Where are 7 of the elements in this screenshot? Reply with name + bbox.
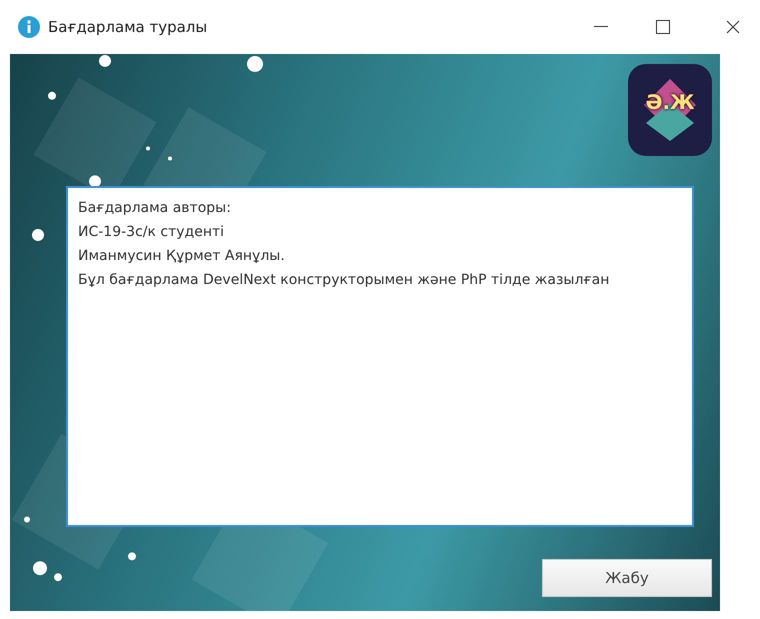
close-dialog-button[interactable]: Жабу xyxy=(542,559,712,597)
info-icon xyxy=(18,16,40,38)
text-area[interactable]: Бағдарлама авторы: ИС-19-3с/к студенті Иманмусин Құрмет Аянұлы. Бұл бағдарлама DevelNext конструкторымен және PhP тілде жазылған xyxy=(66,186,694,527)
close-icon xyxy=(726,20,740,34)
minimize-icon xyxy=(594,26,608,28)
maximize-icon xyxy=(656,20,670,34)
window-title: Бағдарлама туралы xyxy=(48,18,208,36)
